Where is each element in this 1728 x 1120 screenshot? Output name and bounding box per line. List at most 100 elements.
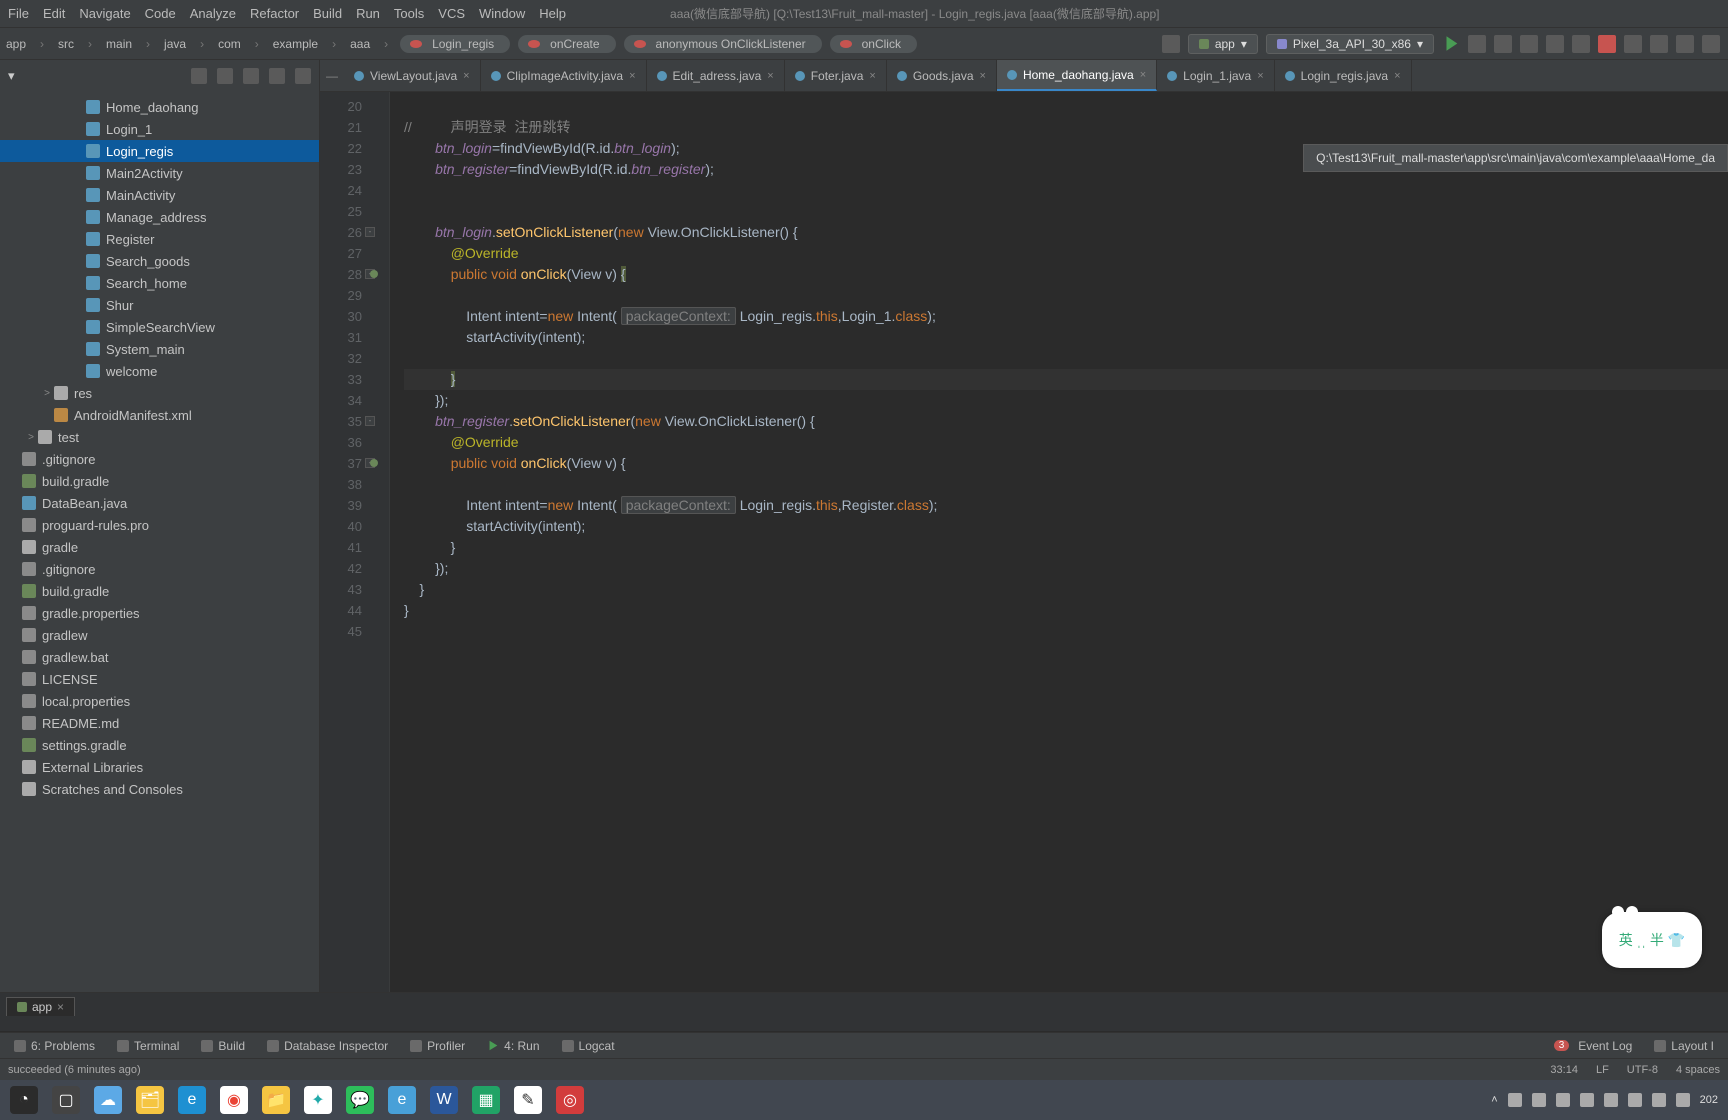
tree-node[interactable]: Login_1 <box>0 118 319 140</box>
file-explorer-icon[interactable]: 🗂 <box>136 1086 164 1114</box>
editor-tab[interactable]: ClipImageActivity.java× <box>481 60 647 91</box>
tray-icon[interactable] <box>1580 1093 1594 1107</box>
close-icon[interactable]: × <box>767 70 773 82</box>
browser2-icon[interactable]: e <box>388 1086 416 1114</box>
gutter[interactable]: 20212223242526-2728-29303132333435-3637-… <box>320 92 376 992</box>
code-line[interactable] <box>404 348 1728 369</box>
code-line[interactable]: }); <box>404 558 1728 579</box>
collapse-all-icon[interactable] <box>243 68 259 84</box>
tray-icon[interactable] <box>1508 1093 1522 1107</box>
code-line[interactable]: Intent intent=new Intent( packageContext… <box>404 495 1728 516</box>
menu-code[interactable]: Code <box>145 6 176 21</box>
sdk-manager-icon[interactable] <box>1650 35 1668 53</box>
close-icon[interactable]: × <box>463 70 469 82</box>
breadcrumb-anon[interactable]: anonymous OnClickListener <box>624 35 822 53</box>
settings-icon[interactable] <box>269 68 285 84</box>
tree-node[interactable]: build.gradle <box>0 580 319 602</box>
tray-icon[interactable] <box>1532 1093 1546 1107</box>
tree-node[interactable]: >test <box>0 426 319 448</box>
avd-manager-icon[interactable] <box>1624 35 1642 53</box>
menu-help[interactable]: Help <box>539 6 566 21</box>
task-view-icon[interactable]: ▢ <box>52 1086 80 1114</box>
code-line[interactable]: public void onClick(View v) { <box>404 453 1728 474</box>
fold-strip[interactable] <box>376 92 390 992</box>
tree-node[interactable]: gradlew <box>0 624 319 646</box>
tree-node[interactable]: welcome <box>0 360 319 382</box>
code-editor[interactable]: 20212223242526-2728-29303132333435-3637-… <box>320 92 1728 992</box>
tree-node[interactable]: Search_home <box>0 272 319 294</box>
code-line[interactable]: @Override <box>404 432 1728 453</box>
editor-tab[interactable]: Foter.java× <box>785 60 887 91</box>
menu-navigate[interactable]: Navigate <box>79 6 130 21</box>
tool-terminal[interactable]: Terminal <box>107 1039 189 1053</box>
sync-gradle-icon[interactable] <box>1676 35 1694 53</box>
wifi-icon[interactable] <box>1628 1093 1642 1107</box>
close-icon[interactable]: × <box>1394 70 1400 82</box>
code-content[interactable]: // 声明登录 注册跳转 btn_login=findViewById(R.id… <box>390 92 1728 992</box>
debug-icon[interactable] <box>1494 35 1512 53</box>
run-config-selector[interactable]: app ▾ <box>1188 34 1258 54</box>
editor-tab[interactable]: Goods.java× <box>887 60 997 91</box>
coverage-icon[interactable] <box>1572 35 1590 53</box>
tool-problems[interactable]: 6: Problems <box>4 1039 105 1053</box>
menu-analyze[interactable]: Analyze <box>190 6 236 21</box>
code-line[interactable] <box>404 621 1728 642</box>
tree-node[interactable]: Scratches and Consoles <box>0 778 319 800</box>
select-opened-file-icon[interactable] <box>191 68 207 84</box>
tree-node[interactable]: Register <box>0 228 319 250</box>
attach-debugger-icon[interactable] <box>1546 35 1564 53</box>
tree-node[interactable]: DataBean.java <box>0 492 319 514</box>
hide-icon[interactable] <box>295 68 311 84</box>
edge-icon[interactable]: e <box>178 1086 206 1114</box>
code-line[interactable]: } <box>404 537 1728 558</box>
code-line[interactable]: Intent intent=new Intent( packageContext… <box>404 306 1728 327</box>
menu-file[interactable]: File <box>8 6 29 21</box>
code-line[interactable]: }); <box>404 390 1728 411</box>
tree-node[interactable]: Login_regis <box>0 140 319 162</box>
tree-node[interactable]: LICENSE <box>0 668 319 690</box>
menu-tools[interactable]: Tools <box>394 6 424 21</box>
profile-icon[interactable] <box>1520 35 1538 53</box>
breadcrumb-part[interactable]: com <box>212 37 247 51</box>
system-tray[interactable]: ˄ 202 <box>1491 1093 1718 1107</box>
code-line[interactable]: btn_login.setOnClickListener(new View.On… <box>404 222 1728 243</box>
breadcrumb-method[interactable]: onCreate <box>518 35 615 53</box>
tree-node[interactable]: External Libraries <box>0 756 319 778</box>
code-line[interactable]: } <box>404 600 1728 621</box>
tray-chevron-icon[interactable]: ˄ <box>1491 1094 1497 1106</box>
weather-icon[interactable]: ☁ <box>94 1086 122 1114</box>
menu-refactor[interactable]: Refactor <box>250 6 299 21</box>
battery-icon[interactable] <box>1676 1093 1690 1107</box>
tree-node[interactable]: >res <box>0 382 319 404</box>
tray-clock[interactable]: 202 <box>1700 1094 1718 1106</box>
menu-edit[interactable]: Edit <box>43 6 65 21</box>
code-line[interactable] <box>404 180 1728 201</box>
menu-build[interactable]: Build <box>313 6 342 21</box>
code-line[interactable] <box>404 201 1728 222</box>
tool-event-log[interactable]: 3Event Log <box>1544 1039 1643 1053</box>
tree-node[interactable]: Main2Activity <box>0 162 319 184</box>
apply-changes-icon[interactable] <box>1468 35 1486 53</box>
tree-node[interactable]: settings.gradle <box>0 734 319 756</box>
breadcrumb-part[interactable]: aaa <box>344 37 376 51</box>
word-icon[interactable]: W <box>430 1086 458 1114</box>
close-icon[interactable]: × <box>1140 69 1146 81</box>
tool-run[interactable]: 4: Run <box>477 1039 549 1053</box>
tree-node[interactable]: gradle.properties <box>0 602 319 624</box>
stop-icon[interactable] <box>1598 35 1616 53</box>
chrome-icon[interactable]: ◉ <box>220 1086 248 1114</box>
breadcrumb-part[interactable]: main <box>100 37 138 51</box>
code-line[interactable]: public void onClick(View v) { <box>404 264 1728 285</box>
menu-window[interactable]: Window <box>479 6 525 21</box>
wechat-icon[interactable]: 💬 <box>346 1086 374 1114</box>
excel-icon[interactable]: ▦ <box>472 1086 500 1114</box>
code-line[interactable]: startActivity(intent); <box>404 327 1728 348</box>
tool-profiler[interactable]: Profiler <box>400 1039 475 1053</box>
sound-icon[interactable] <box>1652 1093 1666 1107</box>
editor-tab[interactable]: ViewLayout.java× <box>344 60 481 91</box>
expand-all-icon[interactable] <box>217 68 233 84</box>
tool-layout-inspector[interactable]: Layout I <box>1644 1039 1724 1053</box>
tool-logcat[interactable]: Logcat <box>552 1039 625 1053</box>
menu-run[interactable]: Run <box>356 6 380 21</box>
tree-node[interactable]: System_main <box>0 338 319 360</box>
